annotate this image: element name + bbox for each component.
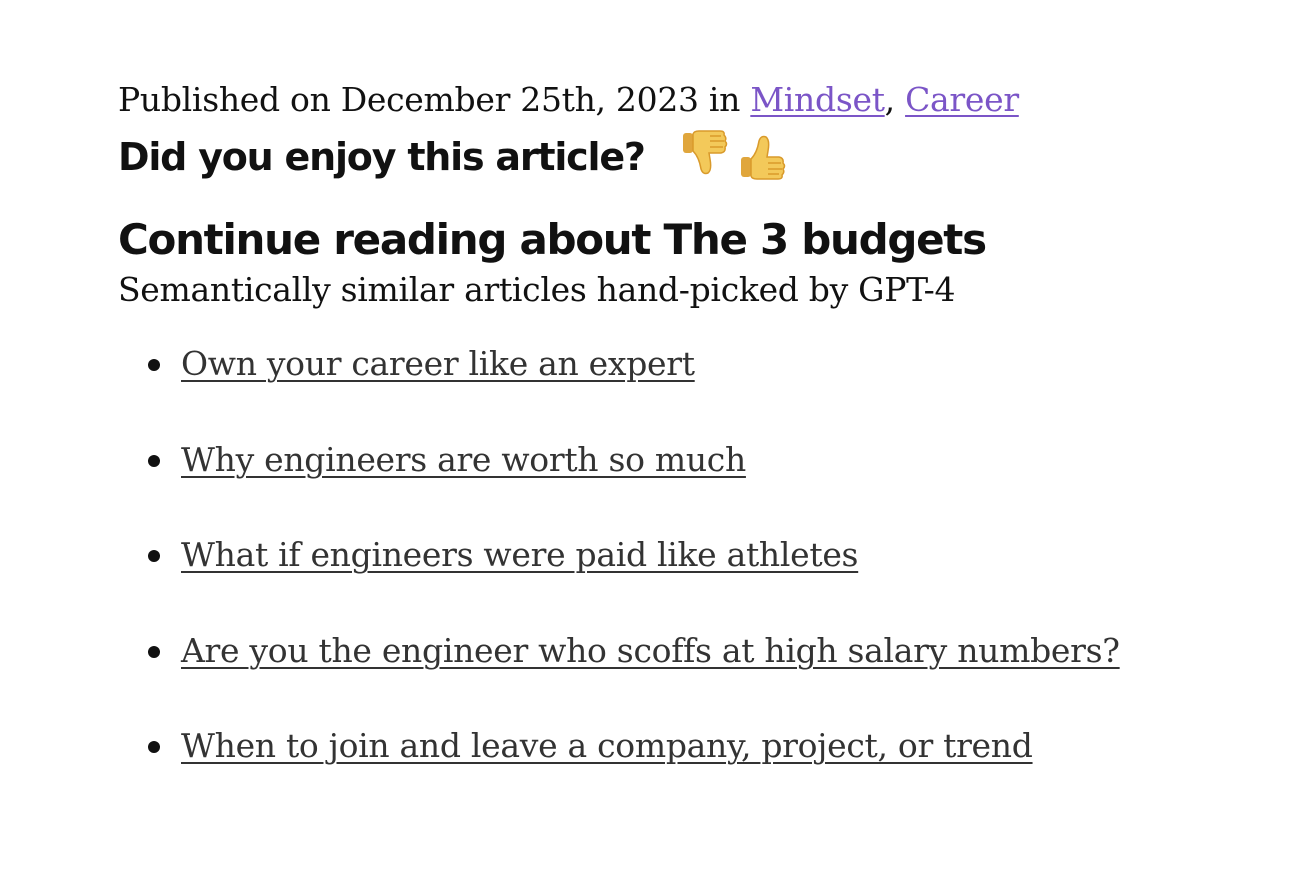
feedback-buttons bbox=[679, 130, 787, 183]
list-item: When to join and leave a company, projec… bbox=[118, 724, 1258, 820]
list-item: Own your career like an expert bbox=[118, 342, 1258, 438]
thumbs-up-button[interactable] bbox=[737, 131, 787, 183]
category-link-career[interactable]: Career bbox=[905, 80, 1019, 119]
related-article-link[interactable]: Why engineers are worth so much bbox=[181, 440, 746, 479]
related-articles-list: Own your career like an expert Why engin… bbox=[118, 342, 1258, 820]
related-article-link[interactable]: What if engineers were paid like athlete… bbox=[181, 535, 859, 574]
bullet-icon bbox=[148, 645, 160, 658]
published-text: Published on December 25th, 2023 in bbox=[118, 80, 751, 119]
related-article-link[interactable]: When to join and leave a company, projec… bbox=[181, 726, 1033, 765]
bullet-icon bbox=[148, 359, 160, 371]
bullet-icon bbox=[148, 550, 160, 562]
category-separator: , bbox=[884, 80, 906, 119]
feedback-question: Did you enjoy this article? bbox=[118, 135, 646, 179]
feedback-row: Did you enjoy this article? bbox=[118, 128, 1258, 186]
thumbs-down-button[interactable] bbox=[679, 127, 729, 179]
continue-reading-subtitle: Semantically similar articles hand-picke… bbox=[118, 270, 956, 309]
article-footer: Published on December 25th, 2023 in Mind… bbox=[118, 72, 1258, 820]
bullet-icon bbox=[148, 741, 160, 753]
category-link-mindset[interactable]: Mindset bbox=[750, 80, 885, 119]
continue-reading-heading: Continue reading about The 3 budgets bbox=[118, 215, 987, 264]
thumbs-down-icon bbox=[682, 130, 727, 175]
list-item: What if engineers were paid like athlete… bbox=[118, 533, 1258, 629]
related-article-link[interactable]: Own your career like an expert bbox=[181, 344, 695, 383]
thumbs-up-icon bbox=[740, 135, 785, 180]
list-item: Are you the engineer who scoffs at high … bbox=[118, 629, 1258, 725]
published-line: Published on December 25th, 2023 in Mind… bbox=[118, 72, 1258, 128]
list-item: Why engineers are worth so much bbox=[118, 438, 1258, 534]
related-article-link[interactable]: Are you the engineer who scoffs at high … bbox=[181, 631, 1120, 670]
bullet-icon bbox=[148, 454, 160, 467]
